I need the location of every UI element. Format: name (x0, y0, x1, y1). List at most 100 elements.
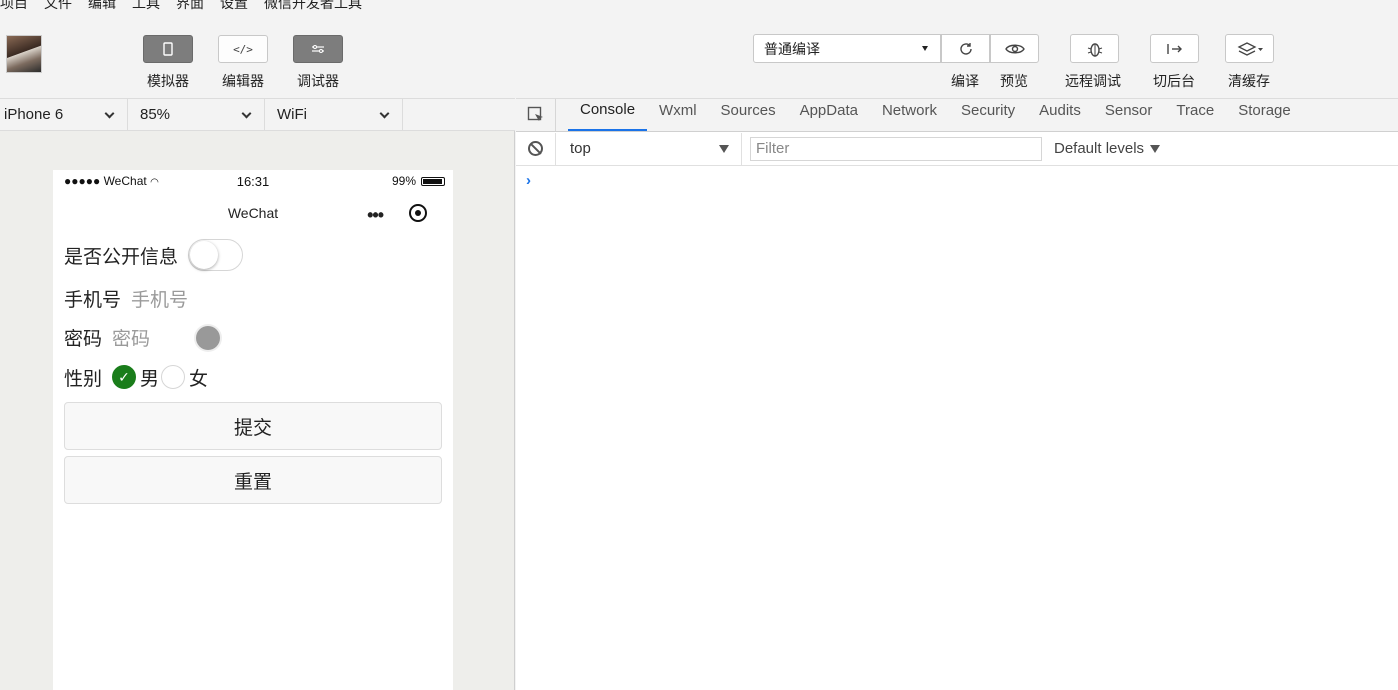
nav-bar: WeChat ••• (53, 192, 453, 234)
menu-tools[interactable]: 工具 (132, 0, 160, 12)
context-value: top (570, 140, 591, 157)
simulator-tool: 模拟器 (143, 35, 193, 91)
toolbar: 模拟器 </> 编辑器 调试器 普通编译 编译 预览 远程调试 切后台 清缓存 (0, 12, 1398, 98)
public-info-label: 是否公开信息 (64, 246, 179, 268)
block-icon (528, 141, 543, 156)
battery-icon (421, 177, 445, 187)
tab-sources[interactable]: Sources (709, 98, 788, 131)
phone-icon (163, 42, 173, 56)
simulator-area: ●●●●● WeChat ◠ 16:31 99% WeChat ••• 是否公开… (0, 131, 515, 690)
menu-devtools[interactable]: 微信开发者工具 (264, 0, 362, 12)
tab-sensor[interactable]: Sensor (1093, 98, 1165, 131)
avatar[interactable] (6, 35, 42, 73)
tab-audits[interactable]: Audits (1027, 98, 1093, 131)
simulator-label: 模拟器 (147, 73, 189, 89)
clear-cache-label: 清缓存 (1228, 73, 1270, 89)
gender-female-radio[interactable] (161, 365, 186, 389)
tab-storage[interactable]: Storage (1226, 98, 1303, 131)
compile-label: 编译 (951, 73, 979, 89)
menu-edit[interactable]: 编辑 (88, 0, 116, 12)
password-row: 密码 密码 (64, 318, 442, 356)
device-value: iPhone 6 (4, 106, 64, 123)
menu-project[interactable]: 项目 (0, 0, 28, 12)
editor-tool: </> 编辑器 (218, 35, 268, 91)
record-icon[interactable] (409, 204, 427, 222)
code-icon: </> (233, 42, 253, 56)
refresh-icon (959, 42, 972, 55)
exit-arrow-icon (1166, 43, 1182, 54)
debugger-button[interactable] (293, 35, 343, 63)
levels-select[interactable]: Default levels (1054, 140, 1161, 157)
tab-trace[interactable]: Trace (1164, 98, 1226, 131)
phone-screen: ●●●●● WeChat ◠ 16:31 99% WeChat ••• 是否公开… (53, 170, 453, 690)
remote-debug-button[interactable] (1070, 34, 1119, 63)
chevron-down-icon (379, 108, 390, 119)
menu-file[interactable]: 文件 (44, 0, 72, 12)
preview-label: 预览 (1000, 73, 1028, 89)
form: 是否公开信息 手机号 手机号 密码 密码 性别 ✓ 男 女 提交 重置 (53, 234, 453, 504)
chevron-down-icon (241, 108, 252, 119)
debugger-tool: 调试器 (293, 35, 343, 91)
levels-value: Default levels (1054, 140, 1145, 157)
tab-security[interactable]: Security (949, 98, 1027, 131)
phone-input[interactable]: 手机号 (131, 285, 188, 312)
sliders-icon (312, 45, 324, 53)
inspect-button[interactable] (516, 99, 556, 131)
preview-button[interactable] (990, 34, 1039, 63)
more-icon[interactable]: ••• (367, 205, 384, 226)
gender-label: 性别 (64, 368, 103, 390)
tab-wxml[interactable]: Wxml (647, 98, 709, 131)
network-select[interactable]: WiFi (265, 99, 403, 130)
reset-button[interactable]: 重置 (64, 456, 442, 504)
public-info-row: 是否公开信息 (64, 234, 442, 276)
console-toolbar: top Filter Default levels (516, 132, 1398, 166)
layers-icon (1237, 41, 1263, 56)
menu-bar: 项目 文件 编辑 工具 界面 设置 微信开发者工具 (0, 0, 362, 12)
triangle-down-icon (719, 144, 729, 153)
console-prompt[interactable]: › (516, 166, 1398, 189)
device-bar: iPhone 6 85% WiFi (0, 98, 515, 131)
compile-button[interactable] (941, 34, 990, 63)
editor-button[interactable]: </> (218, 35, 268, 63)
devtools-panel: Console Wxml Sources AppData Network Sec… (516, 98, 1398, 690)
tab-console[interactable]: Console (568, 98, 648, 131)
compile-mode-select[interactable]: 普通编译 (753, 34, 941, 63)
public-info-switch[interactable] (188, 239, 244, 271)
password-label: 密码 (64, 328, 103, 350)
menu-view[interactable]: 界面 (176, 0, 204, 12)
devtools-tabbar: Console Wxml Sources AppData Network Sec… (516, 98, 1398, 132)
eye-icon (1004, 44, 1025, 53)
context-select[interactable]: top (556, 132, 742, 165)
phone-row: 手机号 手机号 (64, 278, 442, 318)
editor-label: 编辑器 (222, 73, 264, 89)
clear-cache-button[interactable] (1225, 34, 1274, 63)
check-icon: ✓ (118, 368, 130, 385)
clear-console-button[interactable] (516, 132, 556, 165)
background-label: 切后台 (1153, 73, 1195, 89)
battery-status: 99% (392, 174, 445, 188)
menu-settings[interactable]: 设置 (220, 0, 248, 12)
triangle-down-icon (1150, 144, 1161, 153)
filter-input[interactable]: Filter (750, 136, 1042, 161)
status-bar: ●●●●● WeChat ◠ 16:31 99% (53, 170, 453, 192)
zoom-select[interactable]: 85% (128, 99, 265, 130)
cursor-indicator (196, 326, 220, 350)
submit-button[interactable]: 提交 (64, 402, 442, 450)
background-button[interactable] (1150, 34, 1199, 63)
debugger-label: 调试器 (297, 73, 339, 89)
compile-mode-value: 普通编译 (764, 40, 820, 57)
device-select[interactable]: iPhone 6 (0, 99, 128, 130)
gender-row: 性别 ✓ 男 女 (64, 356, 442, 398)
gender-male-radio[interactable]: ✓ (112, 365, 137, 389)
nav-title: WeChat (227, 205, 279, 221)
password-input[interactable]: 密码 (112, 324, 150, 351)
filter-placeholder: Filter (756, 140, 790, 157)
phone-label: 手机号 (64, 289, 122, 311)
simulator-button[interactable] (143, 35, 193, 63)
bug-icon (1087, 42, 1102, 57)
tab-network[interactable]: Network (870, 98, 949, 131)
tab-appdata[interactable]: AppData (788, 98, 870, 131)
gender-male-label: 男 (140, 368, 160, 390)
zoom-value: 85% (140, 106, 171, 123)
gender-female-label: 女 (189, 368, 209, 390)
